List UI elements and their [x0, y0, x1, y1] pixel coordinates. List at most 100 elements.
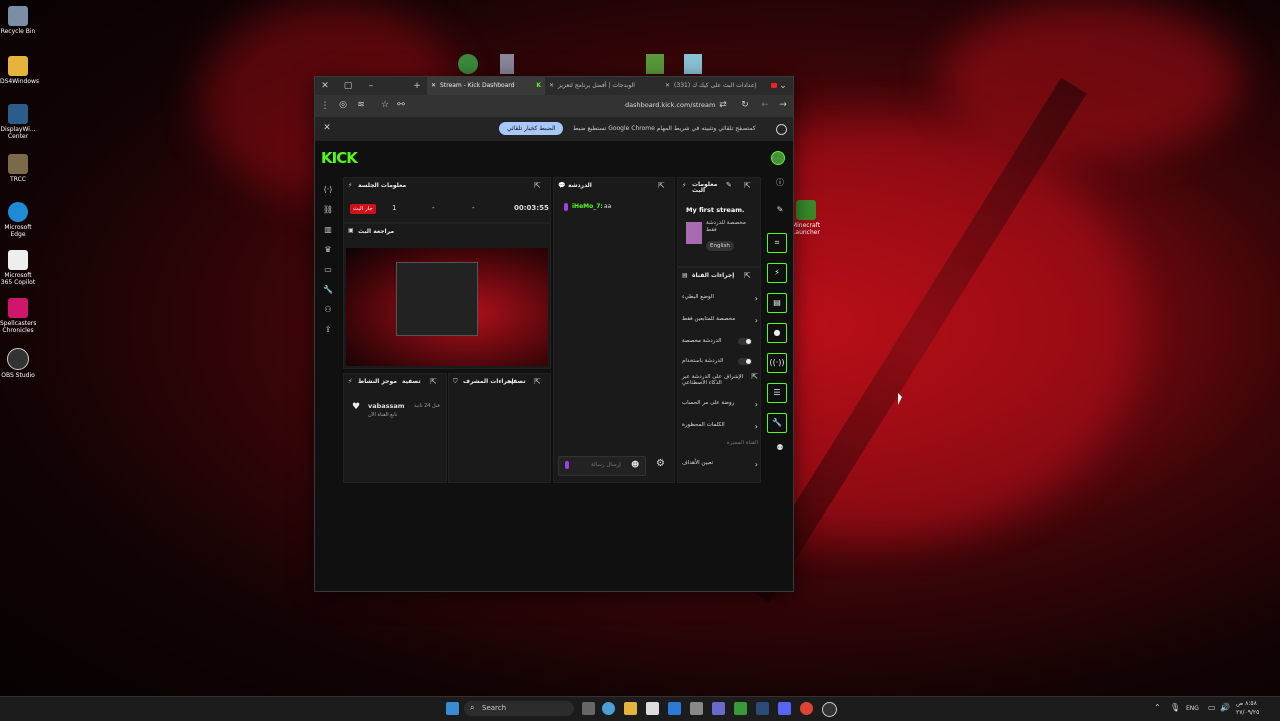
broadcast-icon[interactable]: ((·))	[767, 353, 787, 373]
new-tab-icon[interactable]: +	[409, 81, 425, 91]
app-icon[interactable]	[712, 702, 725, 715]
mic-tray-icon[interactable]: 🎙	[1170, 703, 1180, 712]
url-field[interactable]: dashboard.kick.com/stream	[625, 101, 715, 109]
mic-icon[interactable]	[565, 461, 569, 469]
close-tab-icon[interactable]: ✕	[549, 82, 554, 89]
chrome-taskbar-icon[interactable]	[800, 702, 813, 715]
tab-kick-dashboard[interactable]: ✕ Stream - Kick Dashboard K	[427, 77, 545, 95]
close-notice-icon[interactable]: ✕	[319, 123, 335, 133]
desktop-icon-copilot[interactable]: Microsoft 365 Copilot	[0, 250, 36, 286]
analytics-icon[interactable]: ▥	[319, 225, 337, 245]
user-avatar[interactable]	[771, 151, 785, 165]
popout-icon[interactable]: ⇱	[534, 377, 541, 386]
desktop-icon-trcc[interactable]: TRCC	[0, 154, 36, 183]
obs-taskbar-icon[interactable]	[822, 702, 837, 717]
taskbar: ⌕ Search ⌃ 🎙 ENG ▭ 🔊 ٨:٥٨ ص ٢٧/٠٩/٢٥	[0, 696, 1280, 721]
menu-icon[interactable]: ⋮	[317, 101, 333, 111]
close-tab-icon[interactable]: ✕	[431, 82, 436, 89]
chat-settings-icon[interactable]: ⚙	[656, 458, 665, 469]
minimize-icon[interactable]: –	[363, 81, 379, 91]
info-icon[interactable]: ⓘ	[771, 177, 789, 195]
close-tab-icon[interactable]: ✕	[665, 82, 670, 89]
account-age-row[interactable]: روضة على مر الحساب ›	[682, 400, 758, 409]
pen-icon[interactable]: ✎	[771, 205, 789, 223]
bookmark-star-icon[interactable]: ☆	[377, 100, 393, 110]
desktop-icon-obs[interactable]: OBS Studio	[0, 348, 36, 379]
explorer-icon[interactable]	[624, 702, 637, 715]
clock-time[interactable]: ٨:٥٨ ص	[1236, 700, 1257, 707]
desktop-icon-spellcasters[interactable]: Spellcasters Chronicles	[0, 298, 36, 334]
set-goals-row[interactable]: تعيين الأهداف ›	[682, 460, 758, 469]
popout-icon[interactable]: ⇱	[534, 181, 541, 190]
taskbar-search[interactable]: ⌕ Search	[464, 701, 574, 716]
popout-icon[interactable]: ⇱	[658, 181, 665, 190]
trophy-icon[interactable]: ♛	[319, 245, 337, 265]
steam-icon[interactable]	[756, 702, 769, 715]
copilot-icon[interactable]	[602, 702, 615, 715]
sub-chat-toggle[interactable]	[738, 338, 752, 345]
profile-icon[interactable]: ◎	[335, 100, 351, 110]
desktop-icon-misc[interactable]	[646, 54, 664, 74]
chat-username[interactable]: iHeMo_7:	[572, 203, 603, 210]
reload-icon[interactable]: ↻	[737, 100, 753, 110]
popout-icon[interactable]: ⇱	[744, 271, 751, 280]
app-icon[interactable]	[690, 702, 703, 715]
storage-icon[interactable]: ☰	[767, 383, 787, 403]
tab-youtube[interactable]: ✕ (331) إعدادات البث على كيك ك	[661, 77, 779, 95]
edit-icon[interactable]: ✎	[726, 181, 732, 189]
kick-logo[interactable]: KICK	[321, 149, 358, 167]
expand-icon[interactable]: ⟨·⟩	[319, 185, 337, 205]
link-icon[interactable]: ⛓	[319, 205, 337, 225]
forward-icon[interactable]: ←	[757, 100, 773, 110]
language-indicator[interactable]: ENG	[1186, 705, 1199, 712]
tool-icon[interactable]: 🔧	[767, 413, 787, 433]
users-icon[interactable]: ⚇	[319, 305, 337, 325]
slow-mode-row[interactable]: الوضع البطيء ›	[682, 294, 758, 303]
tray-chevron-icon[interactable]: ⌃	[1154, 703, 1161, 712]
tune-icon[interactable]: ⇄	[715, 100, 731, 110]
clipboard-icon[interactable]: ▤	[767, 293, 787, 313]
emoji-icon[interactable]: ☻	[631, 460, 639, 469]
desktop-icon-displaywidget[interactable]: DisplayWi... Center	[0, 104, 36, 140]
desktop-icon-ds4windows[interactable]: DS4Windows	[0, 56, 39, 85]
task-view-icon[interactable]	[582, 702, 595, 715]
capture-icon[interactable]: ⌗	[767, 233, 787, 253]
back-icon[interactable]: →	[775, 100, 791, 110]
activity-username[interactable]: vabassam	[368, 402, 405, 410]
desktop-icon-misc[interactable]	[458, 54, 478, 74]
ai-moderation-row[interactable]: الإشراف على الدردشة عبر الذكاء الاصطناعي…	[682, 373, 758, 387]
discord-icon[interactable]	[778, 702, 791, 715]
popout-icon[interactable]: ⇱	[744, 181, 751, 190]
activity-filter[interactable]: تصفية	[402, 378, 421, 385]
tab-search-icon[interactable]: ⌄	[775, 81, 791, 91]
monitor-icon[interactable]: ▭	[319, 265, 337, 285]
xbox-icon[interactable]	[734, 702, 747, 715]
emote-chat-toggle[interactable]	[738, 358, 752, 365]
bolt-action-icon[interactable]: ⚡	[767, 263, 787, 283]
close-window-icon[interactable]: ✕	[317, 81, 333, 91]
chat-bubble-icon[interactable]: ●	[767, 323, 787, 343]
nodes-icon[interactable]: ⚉	[771, 443, 789, 461]
clock-date[interactable]: ٢٧/٠٩/٢٥	[1236, 709, 1259, 716]
upload-icon[interactable]: ⇪	[319, 325, 337, 345]
network-icon[interactable]: ▭	[1208, 703, 1216, 712]
desktop-icon-edge[interactable]: Microsoft Edge	[0, 202, 36, 238]
desktop-icon-misc[interactable]	[500, 54, 514, 74]
maximize-icon[interactable]: ▢	[340, 81, 356, 91]
tab-widgets[interactable]: ✕ الوبدجات | أفضل برنامج لتعزيز	[545, 77, 661, 95]
store-icon[interactable]	[646, 702, 659, 715]
set-default-button[interactable]: الضبط كخيار تلقائي	[499, 122, 564, 135]
banned-words-row[interactable]: الكلمات المحظورة ›	[682, 422, 758, 431]
mail-icon[interactable]	[668, 702, 681, 715]
followers-only-row[interactable]: مخصصة للمتابعين فقط ›	[682, 316, 758, 325]
volume-icon[interactable]: 🔊	[1220, 703, 1230, 712]
popout-icon[interactable]: ⇱	[430, 377, 437, 386]
start-icon[interactable]	[446, 702, 459, 715]
site-info-icon[interactable]: ⚯	[393, 100, 409, 110]
desktop-icon-recycle-bin[interactable]: Recycle Bin	[0, 6, 36, 35]
desktop-icon-misc[interactable]	[684, 54, 702, 74]
stream-preview-video[interactable]	[346, 248, 548, 366]
media-icon[interactable]: ≋	[353, 100, 369, 110]
wrench-icon[interactable]: 🔧	[319, 285, 337, 305]
chat-input[interactable]: إرسال رسالة ☻	[558, 456, 646, 476]
